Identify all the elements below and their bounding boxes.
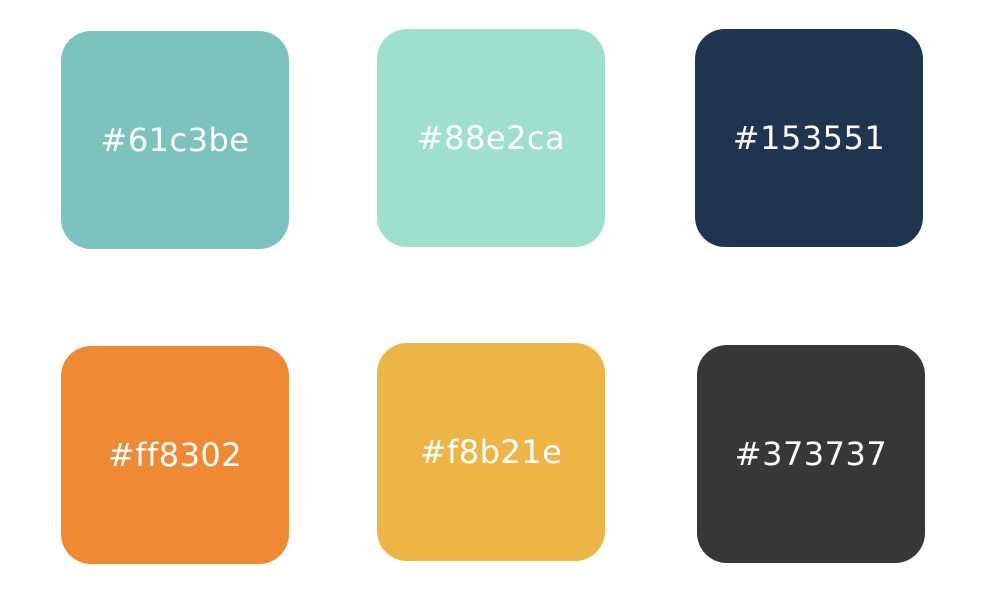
color-swatch-3: #153551 [695, 29, 923, 247]
color-swatch-1: #61c3be [61, 31, 289, 249]
color-swatch-6: #373737 [697, 345, 925, 563]
swatch-hex-label: #153551 [732, 119, 886, 157]
swatch-hex-label: #373737 [734, 435, 888, 473]
color-swatch-5: #f8b21e [377, 343, 605, 561]
swatch-hex-label: #88e2ca [416, 119, 566, 157]
color-swatch-2: #88e2ca [377, 29, 605, 247]
color-swatch-4: #ff8302 [61, 346, 289, 564]
swatch-hex-label: #ff8302 [107, 436, 243, 474]
swatch-hex-label: #f8b21e [419, 433, 563, 471]
swatch-hex-label: #61c3be [100, 121, 250, 159]
